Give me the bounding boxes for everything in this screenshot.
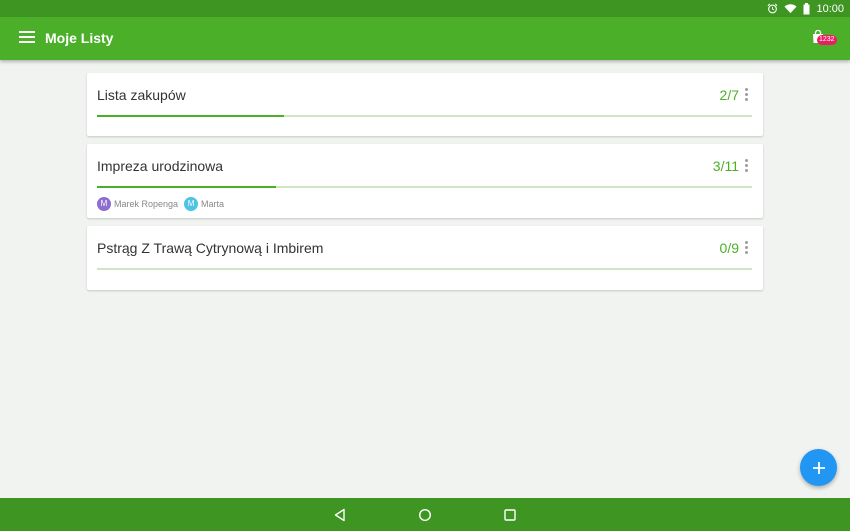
- list-card[interactable]: Lista zakupów 2/7: [87, 73, 763, 136]
- avatar: M: [97, 197, 111, 211]
- progress-bar: [97, 115, 752, 117]
- alarm-icon: [768, 3, 778, 14]
- list-card[interactable]: Pstrąg Z Trawą Cytrynową i Imbirem 0/9: [87, 226, 763, 290]
- more-vert-icon[interactable]: [745, 159, 749, 173]
- battery-icon: [803, 2, 810, 14]
- add-list-button[interactable]: [800, 449, 837, 486]
- back-button[interactable]: [332, 507, 348, 523]
- collaborator: M Marek Ropenga: [97, 197, 178, 211]
- app-bar: Moje Listy 1232: [0, 17, 850, 60]
- more-vert-icon[interactable]: [745, 88, 749, 102]
- more-vert-icon[interactable]: [745, 241, 749, 255]
- progress-bar: [97, 268, 752, 270]
- notification-badge: 1232: [817, 35, 837, 45]
- recents-icon: [504, 509, 516, 521]
- lists-container: Lista zakupów 2/7 Impreza urodzinowa 3/1…: [87, 73, 763, 298]
- progress-bar: [97, 186, 752, 188]
- list-title: Lista zakupów: [97, 87, 186, 103]
- back-icon: [334, 508, 345, 522]
- list-title: Impreza urodzinowa: [97, 158, 224, 174]
- wifi-icon: [784, 4, 798, 14]
- collaborator-name: Marta: [201, 199, 225, 209]
- recents-button[interactable]: [502, 507, 518, 523]
- shopping-bag-button[interactable]: 1232: [812, 30, 840, 48]
- status-bar: 10:00: [0, 0, 850, 17]
- list-card[interactable]: Impreza urodzinowa 3/11 M Marek Ropenga …: [87, 144, 763, 218]
- list-title: Pstrąg Z Trawą Cytrynową i Imbirem: [97, 240, 324, 256]
- home-button[interactable]: [417, 507, 433, 523]
- collaborator: M Marta: [184, 197, 224, 211]
- list-count: 0/9: [719, 240, 739, 256]
- list-count: 2/7: [719, 87, 739, 103]
- progress-fill: [97, 115, 285, 117]
- navigation-bar: [0, 498, 850, 531]
- progress-fill: [97, 186, 276, 188]
- collaborators: M Marek Ropenga M Marta: [97, 197, 224, 211]
- app-title: Moje Listy: [45, 30, 114, 46]
- collaborator-name: Marek Ropenga: [114, 199, 179, 209]
- clock: 10:00: [816, 2, 844, 15]
- plus-icon: [812, 461, 825, 474]
- home-icon: [418, 508, 432, 522]
- hamburger-menu-icon[interactable]: [19, 31, 35, 45]
- avatar: M: [184, 197, 199, 211]
- list-count: 3/11: [712, 158, 739, 174]
